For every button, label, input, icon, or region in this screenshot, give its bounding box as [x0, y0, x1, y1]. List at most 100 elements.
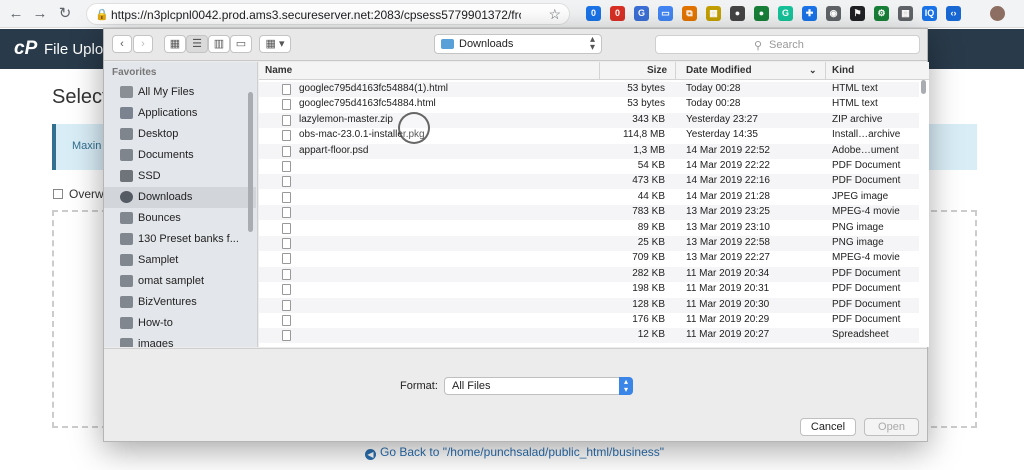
address-bar[interactable]: 🔒 https://n3plcpnl0042.prod.ams3.secures… [86, 3, 570, 25]
checkbox-icon[interactable] [53, 189, 63, 199]
extension-yellow-icon[interactable]: ▦ [706, 6, 721, 21]
file-kind: Install…archive [832, 129, 901, 141]
file-size: 343 KB [632, 113, 665, 125]
sidebar-item[interactable]: images [104, 334, 256, 347]
file-row[interactable]: obs-mac-23.0.1-installer.pkg 114,8 MB Yest… [259, 128, 919, 143]
forward-button[interactable]: › [133, 35, 153, 53]
sidebar-item[interactable]: Bounces [104, 208, 256, 229]
file-row[interactable]: 89 KB 13 Mar 2019 23:10 PNG image [259, 221, 919, 236]
sidebar-item-label: Bounces [138, 212, 181, 224]
extension-gb-icon[interactable]: G [634, 6, 649, 21]
folder-icon [120, 254, 133, 266]
all-files-icon [120, 86, 133, 98]
sidebar-item-label: BizVentures [138, 296, 197, 308]
extension-red-icon[interactable]: 0 [610, 6, 625, 21]
go-back-link[interactable]: ◀ Go Back to "/home/punchsalad/public_htm… [365, 445, 664, 460]
extension-gear-icon[interactable]: ⚙ [874, 6, 889, 21]
file-kind: MPEG-4 movie [832, 252, 900, 264]
sidebar-item[interactable]: Applications [104, 103, 256, 124]
file-date: Yesterday 14:35 [686, 129, 758, 141]
go-back-label: Go Back to "/home/punchsalad/public_html… [380, 445, 665, 459]
icon-view-button[interactable]: ▦ [164, 35, 186, 53]
overwrite-label: Overw [69, 187, 104, 201]
column-size[interactable]: Size [647, 65, 667, 76]
file-name: lazylemon-master.zip [299, 113, 393, 125]
file-kind: HTML text [832, 83, 878, 94]
overwrite-checkbox[interactable]: Overw [53, 187, 104, 201]
sidebar-item[interactable]: Desktop [104, 124, 256, 145]
file-row[interactable]: 44 KB 14 Mar 2019 21:28 JPEG image [259, 190, 919, 205]
file-row[interactable]: 25 KB 13 Mar 2019 22:58 PNG image [259, 236, 919, 251]
sidebar-item[interactable]: How-to [104, 313, 256, 334]
lock-icon: 🔒 [95, 9, 109, 21]
file-row[interactable]: 176 KB 11 Mar 2019 20:29 PDF Document [259, 313, 919, 328]
extension-flag-icon[interactable]: ⚑ [850, 6, 865, 21]
column-kind[interactable]: Kind [832, 65, 854, 76]
sidebar-item[interactable]: SSD [104, 166, 256, 187]
file-open-dialog: ‹ › ▦ ☰ ▥ ▭ ▦ ▾ Downloads ▴ ▾ ⚲ Search Fa… [103, 28, 929, 442]
file-size: 783 KB [632, 206, 665, 218]
arrange-button[interactable]: ▦ ▾ [259, 35, 291, 53]
dialog-sidebar: Favorites All My Files Applications Deskto… [104, 62, 258, 347]
search-icon: ⚲ [754, 40, 763, 52]
location-select[interactable]: Downloads ▴ ▾ [434, 34, 602, 54]
folder-icon [120, 317, 133, 329]
file-row[interactable]: 282 KB 11 Mar 2019 20:34 PDF Document [259, 266, 919, 282]
extension-tab-icon[interactable]: ▭ [658, 6, 673, 21]
file-row[interactable]: lazylemon-master.zip 343 KB Yesterday 23:2… [259, 112, 919, 128]
file-row[interactable]: 473 KB 14 Mar 2019 22:16 PDF Document [259, 174, 919, 190]
sidebar-item[interactable]: Documents [104, 145, 256, 166]
sidebar-item[interactable]: omat samplet [104, 271, 256, 292]
list-view-button[interactable]: ☰ [186, 35, 208, 53]
sidebar-item[interactable]: 130 Preset banks f... [104, 229, 256, 250]
file-row[interactable]: 54 KB 14 Mar 2019 22:22 PDF Document [259, 159, 919, 174]
arrow-left-icon[interactable]: ← [6, 4, 26, 24]
gallery-view-button[interactable]: ▭ [230, 35, 252, 53]
reload-icon[interactable]: ↻ [55, 4, 75, 24]
user-avatar-icon[interactable] [990, 6, 1005, 21]
sidebar-item[interactable]: Downloads [104, 187, 256, 208]
column-date[interactable]: Date Modified [686, 65, 752, 76]
sidebar-item[interactable]: BizVentures [104, 292, 256, 313]
file-row[interactable]: 783 KB 13 Mar 2019 23:25 MPEG-4 movie [259, 205, 919, 221]
file-row[interactable]: 12 KB 11 Mar 2019 20:27 Spreadsheet [259, 328, 919, 344]
file-row[interactable]: 198 KB 11 Mar 2019 20:31 PDF Document [259, 282, 919, 297]
star-icon[interactable]: ☆ [548, 6, 561, 23]
sidebar-scrollbar[interactable] [248, 92, 253, 232]
search-input[interactable]: ⚲ Search [655, 35, 920, 54]
open-button[interactable]: Open [864, 418, 919, 436]
file-row[interactable]: googlec795d4163fc54884.html 53 bytes Today… [259, 97, 919, 112]
file-row[interactable]: 709 KB 13 Mar 2019 22:27 MPEG-4 movie [259, 251, 919, 266]
column-view-button[interactable]: ▥ [208, 35, 230, 53]
list-scrollbar[interactable] [921, 80, 926, 94]
sidebar-item[interactable]: All My Files [104, 82, 256, 103]
file-row[interactable]: googlec795d4163fc54884(1).html 53 bytes To… [259, 82, 919, 97]
extension-dark-icon[interactable]: ● [730, 6, 745, 21]
extension-camera-icon[interactable]: ◉ [826, 6, 841, 21]
documents-icon [120, 149, 133, 161]
extension-green-icon[interactable]: ● [754, 6, 769, 21]
file-icon [282, 222, 291, 234]
back-button[interactable]: ‹ [112, 35, 132, 53]
extension-iq-icon[interactable]: IQ [922, 6, 937, 21]
arrow-right-icon[interactable]: → [30, 4, 50, 24]
sidebar-item[interactable]: Samplet [104, 250, 256, 271]
cancel-button[interactable]: Cancel [800, 418, 856, 436]
format-select[interactable]: All Files ▴ ▾ [444, 377, 633, 395]
extension-grid-icon[interactable]: ▦ [898, 6, 913, 21]
mouse-cursor-highlight [398, 112, 430, 144]
extension-code-icon[interactable]: ‹› [946, 6, 961, 21]
file-row[interactable]: 128 KB 11 Mar 2019 20:30 PDF Document [259, 297, 919, 313]
file-row[interactable]: appart-floor.psd 1,3 MB 14 Mar 2019 22:52 A… [259, 143, 919, 159]
file-kind: PDF Document [832, 175, 901, 187]
file-icon [282, 315, 291, 326]
extension-blue-icon[interactable]: 0 [586, 6, 601, 21]
extension-grammarly-icon[interactable]: G [778, 6, 793, 21]
file-icon [282, 299, 291, 311]
updown-arrows-icon: ▴ ▾ [619, 377, 633, 395]
column-name[interactable]: Name [265, 65, 292, 76]
extension-puzzle-icon[interactable]: ✚ [802, 6, 817, 21]
extension-orange-icon[interactable]: ⧉ [682, 6, 697, 21]
applications-icon [120, 107, 133, 119]
file-size: 198 KB [632, 283, 665, 295]
